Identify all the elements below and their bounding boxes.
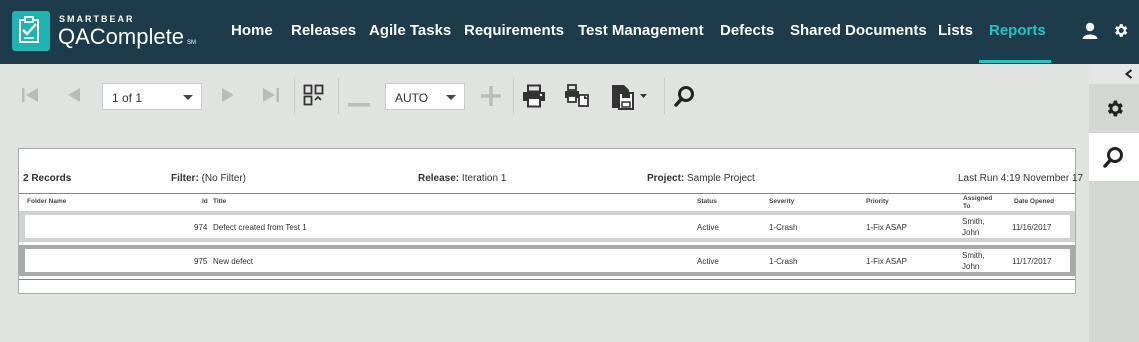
release-info: Release: Iteration 1 [418, 173, 507, 184]
col-date-opened: Date Opened [1014, 198, 1055, 205]
filter-info: Filter: (No Filter) [171, 173, 247, 184]
col-status: Status [697, 198, 717, 205]
first-page-icon[interactable] [20, 86, 42, 109]
zoom-out-icon[interactable] [348, 94, 370, 112]
settings-gear-icon[interactable] [1112, 22, 1129, 44]
table-row[interactable]: 974 Defect created from Test 1 Active 1-… [19, 211, 1075, 242]
nav-agile-tasks[interactable]: Agile Tasks [369, 22, 451, 39]
chevron-down-icon [446, 95, 456, 100]
side-panel-toggle[interactable] [1089, 64, 1139, 84]
search-icon[interactable] [674, 85, 696, 112]
last-run-info: Last Run 4:19 November 17 [958, 173, 1084, 184]
col-title: Title [213, 198, 227, 205]
search-icon [1103, 147, 1123, 168]
row-title: Defect created from Test 1 [213, 223, 307, 232]
zoom-in-icon[interactable] [481, 86, 501, 111]
row-date: 11/16/2017 [1012, 223, 1052, 232]
print-layout-icon[interactable] [564, 84, 590, 113]
row-status: Active [697, 223, 719, 232]
active-tab-indicator [979, 60, 1051, 63]
row-id: 974 [194, 223, 208, 232]
zoom-select-value: AUTO [395, 91, 429, 105]
settings-gear-icon [1107, 100, 1123, 117]
toolbar-divider [294, 78, 295, 114]
nav-releases[interactable]: Releases [291, 22, 356, 39]
nav-reports[interactable]: Reports [989, 22, 1046, 39]
prev-page-icon[interactable] [66, 87, 82, 108]
export-icon[interactable] [610, 84, 650, 115]
brand-company: SMARTBEAR [59, 14, 135, 24]
brand-trademark: SM [187, 40, 196, 46]
row-severity: 1-Crash [769, 223, 798, 232]
row-priority: 1-Fix ASAP [866, 257, 907, 266]
toolbar-divider [664, 78, 665, 114]
col-folder-name: Folder Name [27, 198, 67, 205]
report-page: 2 Records Filter: (No Filter) Release: I… [18, 148, 1083, 294]
row-severity: 1-Crash [769, 257, 798, 266]
nav-lists[interactable]: Lists [938, 22, 973, 39]
col-id: Id [202, 198, 208, 205]
page-select-value: 1 of 1 [112, 91, 143, 105]
row-assigned: Smith, John [962, 217, 985, 237]
side-search-button[interactable] [1089, 133, 1139, 181]
row-id: 975 [194, 257, 208, 266]
nav-requirements[interactable]: Requirements [464, 22, 564, 39]
row-status: Active [697, 257, 719, 266]
toolbar-divider [513, 78, 514, 114]
collapse-chevron-icon [1125, 69, 1133, 79]
toolbar-divider [338, 78, 339, 114]
page-layout-icon[interactable] [303, 84, 325, 111]
col-priority: Priority [866, 198, 889, 205]
row-assigned: Smith, John [962, 251, 985, 271]
brand-product: QAComplete [58, 24, 184, 49]
col-assigned-to: Assigned To [963, 195, 993, 210]
nav-shared-documents[interactable]: Shared Documents [790, 22, 927, 39]
qacomplete-logo-icon[interactable] [12, 11, 50, 51]
footer-rule [19, 279, 1075, 280]
nav-home[interactable]: Home [231, 22, 273, 39]
col-severity: Severity [769, 198, 795, 205]
row-date: 11/17/2017 [1012, 257, 1052, 266]
row-title: New defect [213, 257, 254, 266]
nav-defects[interactable]: Defects [720, 22, 774, 39]
print-icon[interactable] [522, 84, 546, 113]
user-icon[interactable] [1082, 22, 1098, 45]
project-info: Project: Sample Project [647, 173, 755, 184]
next-page-icon[interactable] [220, 87, 236, 108]
side-settings-button[interactable] [1089, 86, 1139, 132]
row-priority: 1-Fix ASAP [866, 223, 907, 232]
zoom-select[interactable]: AUTO [385, 83, 465, 110]
page-select[interactable]: 1 of 1 [102, 83, 202, 110]
chevron-down-icon [183, 95, 193, 100]
last-page-icon[interactable] [259, 86, 281, 109]
header-rule [19, 193, 1075, 194]
table-row[interactable]: 975 New defect Active 1-Crash 1-Fix ASAP… [19, 245, 1075, 276]
top-nav-bar: SMARTBEAR QAComplete SM Home Releases Ag… [0, 0, 1139, 64]
record-count: 2 Records [23, 173, 72, 184]
nav-test-management[interactable]: Test Management [578, 22, 704, 39]
